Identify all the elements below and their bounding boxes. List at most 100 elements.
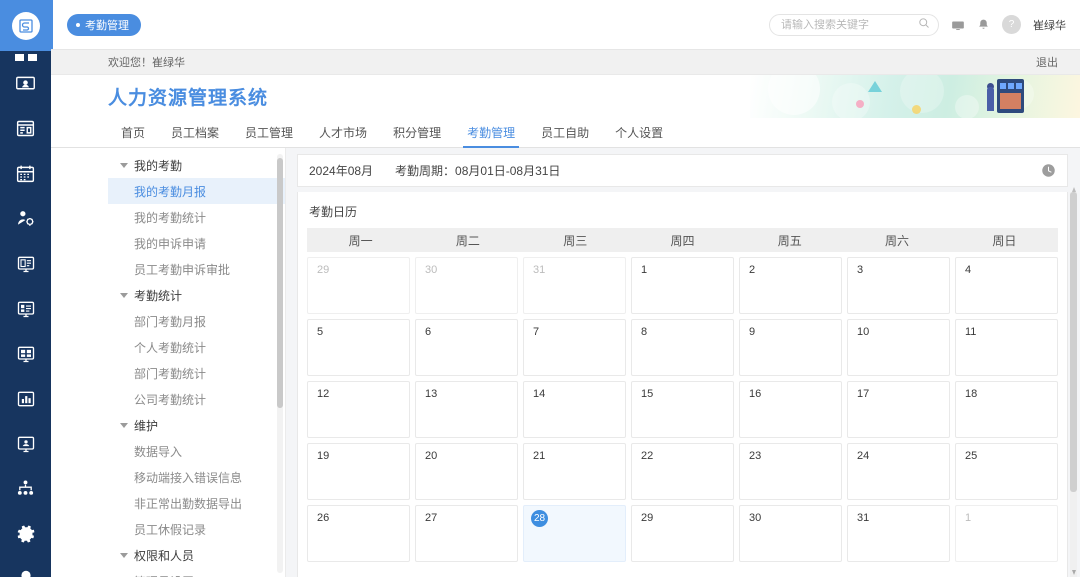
search-box[interactable]	[769, 13, 939, 36]
calendar-day-cell[interactable]: 1	[955, 505, 1058, 562]
calendar-day-cell[interactable]: 22	[631, 443, 734, 500]
app-logo-button[interactable]	[0, 0, 51, 51]
nav-label: 人才市场	[319, 126, 368, 140]
calendar-day-cell[interactable]: 28	[523, 505, 626, 562]
tree-item-my-monthly-report[interactable]: 我的考勤月报	[108, 178, 285, 204]
content-scrollbar-thumb[interactable]	[1070, 192, 1077, 492]
rail-item-org-chart[interactable]	[0, 466, 51, 511]
calendar-day-cell[interactable]: 12	[307, 381, 410, 438]
rail-item-calendar[interactable]	[0, 151, 51, 196]
calendar-day-cell[interactable]: 27	[415, 505, 518, 562]
rail-item-monitor-report[interactable]	[0, 241, 51, 286]
rail-item-monitor-list[interactable]	[0, 286, 51, 331]
avatar[interactable]: ?	[1002, 15, 1021, 34]
calendar-day-cell[interactable]: 31	[847, 505, 950, 562]
search-input[interactable]	[781, 18, 918, 31]
calendar-day-cell[interactable]: 21	[523, 443, 626, 500]
calendar-day-cell[interactable]: 10	[847, 319, 950, 376]
calendar-day-number: 30	[749, 512, 762, 524]
nav-item-3[interactable]: 人才市场	[306, 118, 380, 147]
calendar-day-cell[interactable]: 17	[847, 381, 950, 438]
nav-item-2[interactable]: 员工管理	[232, 118, 306, 147]
search-icon[interactable]	[918, 17, 930, 32]
calendar-day-number: 4	[965, 264, 972, 276]
nav-item-6[interactable]: 员工自助	[528, 118, 602, 147]
nav-item-1[interactable]: 员工档案	[158, 118, 232, 147]
calendar-day-cell[interactable]: 1	[631, 257, 734, 314]
calendar-day-cell[interactable]: 29	[307, 257, 410, 314]
calendar-day-cell[interactable]: 11	[955, 319, 1058, 376]
calendar-day-cell[interactable]: 8	[631, 319, 734, 376]
rail-item-settings[interactable]	[0, 511, 51, 556]
rail-item-news[interactable]	[0, 106, 51, 151]
calendar-day-number: 6	[425, 326, 432, 338]
tree-item-leave-records[interactable]: 员工休假记录	[108, 516, 285, 542]
calendar-day-cell[interactable]: 23	[739, 443, 842, 500]
tree-item-admin-settings[interactable]: 管理员设置	[108, 568, 285, 577]
nav-item-0[interactable]: 首页	[108, 118, 158, 147]
calendar-day-cell[interactable]: 6	[415, 319, 518, 376]
calendar-day-cell[interactable]: 3	[847, 257, 950, 314]
tree-scrollbar-thumb[interactable]	[277, 158, 283, 408]
tree-scrollbar[interactable]	[277, 154, 283, 573]
calendar-day-cell[interactable]: 30	[739, 505, 842, 562]
calendar-day-cell[interactable]: 5	[307, 319, 410, 376]
calendar-icon	[15, 163, 36, 184]
calendar-title: 考勤日历	[309, 205, 358, 219]
tree-item-my-appeal[interactable]: 我的申诉申请	[108, 230, 285, 256]
tree-item-mobile-error-info[interactable]: 移动端接入错误信息	[108, 464, 285, 490]
nav-item-4[interactable]: 积分管理	[380, 118, 454, 147]
nav-item-7[interactable]: 个人设置	[602, 118, 676, 147]
calendar-day-cell[interactable]: 15	[631, 381, 734, 438]
calendar-day-number: 21	[533, 450, 546, 462]
tree-item-appeal-approval[interactable]: 员工考勤申诉审批	[108, 256, 285, 282]
nav-item-5[interactable]: 考勤管理	[454, 118, 528, 148]
calendar-day-cell[interactable]: 16	[739, 381, 842, 438]
open-tab-attendance[interactable]: 考勤管理	[67, 13, 141, 36]
clock-icon[interactable]	[1041, 163, 1056, 178]
rail-item-monitor-grid[interactable]	[0, 331, 51, 376]
scroll-down-icon[interactable]	[1071, 570, 1076, 575]
rail-item-avatar[interactable]	[0, 556, 51, 577]
tree-item-company-stats[interactable]: 公司考勤统计	[108, 386, 285, 412]
tree-item-data-import[interactable]: 数据导入	[108, 438, 285, 464]
rail-item-bar-chart[interactable]	[0, 376, 51, 421]
calendar-day-cell[interactable]: 31	[523, 257, 626, 314]
tree-group-my-attendance[interactable]: 我的考勤	[108, 152, 285, 178]
bell-icon[interactable]	[977, 18, 990, 32]
tree-group-permissions[interactable]: 权限和人员	[108, 542, 285, 568]
calendar-day-cell[interactable]: 19	[307, 443, 410, 500]
rail-item-monitor-share[interactable]	[0, 421, 51, 466]
calendar-day-cell[interactable]: 29	[631, 505, 734, 562]
rail-item-user-monitor[interactable]	[0, 61, 51, 106]
tree-inner: 我的考勤 我的考勤月报 我的考勤统计 我的申诉申请 员工考勤申诉审批 考勤统计 …	[108, 148, 285, 577]
calendar-day-cell[interactable]: 26	[307, 505, 410, 562]
user-name[interactable]: 崔绿华	[1033, 17, 1066, 33]
calendar-day-cell[interactable]: 18	[955, 381, 1058, 438]
calendar-day-cell[interactable]: 24	[847, 443, 950, 500]
calendar-day-cell[interactable]: 4	[955, 257, 1058, 314]
weekday-sat: 周六	[885, 233, 910, 248]
tree-item-dept-stats[interactable]: 部门考勤统计	[108, 360, 285, 386]
logout-link[interactable]: 退出	[1036, 54, 1058, 70]
tree-item-abnormal-export[interactable]: 非正常出勤数据导出	[108, 490, 285, 516]
calendar-day-cell[interactable]: 30	[415, 257, 518, 314]
tree-group-maintenance[interactable]: 维护	[108, 412, 285, 438]
scroll-up-icon[interactable]	[1071, 187, 1076, 192]
tree-item-personal-stats[interactable]: 个人考勤统计	[108, 334, 285, 360]
calendar-day-cell[interactable]: 13	[415, 381, 518, 438]
calendar-day-number: 3	[857, 264, 864, 276]
message-icon[interactable]	[951, 18, 965, 32]
rail-item-user-settings[interactable]	[0, 196, 51, 241]
tree-group-attendance-stats[interactable]: 考勤统计	[108, 282, 285, 308]
rail-icon-partial[interactable]	[0, 51, 51, 61]
calendar-day-cell[interactable]: 14	[523, 381, 626, 438]
calendar-day-cell[interactable]: 7	[523, 319, 626, 376]
content-scrollbar[interactable]	[1070, 187, 1077, 577]
calendar-day-cell[interactable]: 9	[739, 319, 842, 376]
calendar-day-cell[interactable]: 20	[415, 443, 518, 500]
tree-item-my-stats[interactable]: 我的考勤统计	[108, 204, 285, 230]
tree-item-dept-monthly-report[interactable]: 部门考勤月报	[108, 308, 285, 334]
calendar-day-cell[interactable]: 25	[955, 443, 1058, 500]
calendar-day-cell[interactable]: 2	[739, 257, 842, 314]
